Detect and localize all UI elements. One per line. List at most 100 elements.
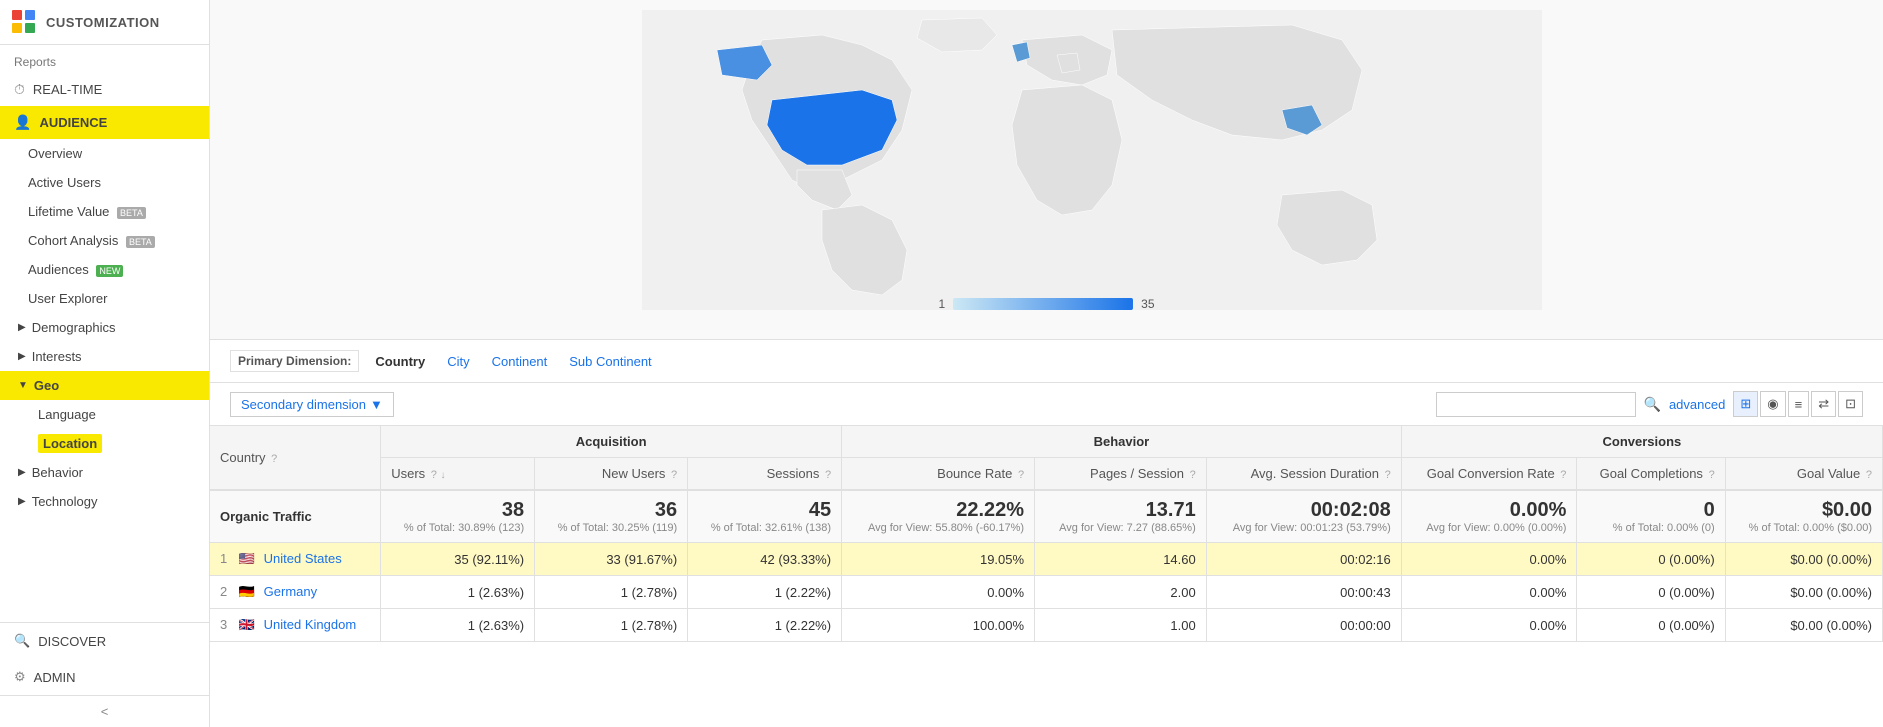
sidebar-collapse-button[interactable]: < (0, 695, 209, 727)
row1-country-link[interactable]: United States (264, 551, 342, 566)
sidebar-item-location[interactable]: Location (0, 429, 209, 458)
total-new-users: 36 % of Total: 30.25% (119) (535, 490, 688, 543)
overview-label: Overview (28, 146, 82, 161)
total-goal-value: $0.00 % of Total: 0.00% ($0.00) (1725, 490, 1882, 543)
lifetime-value-label: Lifetime Value (28, 204, 109, 219)
row2-country: 2 🇩🇪 Germany (210, 576, 381, 609)
sidebar-header: CUSTOMIZATION (0, 0, 209, 45)
sidebar-item-technology[interactable]: ▶ Technology (0, 487, 209, 516)
total-goal-conv-rate: 0.00% Avg for View: 0.00% (0.00%) (1401, 490, 1577, 543)
sidebar-item-language[interactable]: Language (0, 400, 209, 429)
row3-flag: 🇬🇧 (239, 617, 255, 632)
realtime-icon: ⏱ (14, 81, 25, 98)
row2-goal-value: $0.00 (0.00%) (1725, 576, 1882, 609)
view-btn-compare[interactable]: ⇄ (1811, 391, 1836, 417)
collapse-icon: < (101, 704, 109, 719)
location-label: Location (38, 434, 102, 453)
reports-label: Reports (0, 45, 209, 73)
row1-users: 35 (92.11%) (381, 543, 535, 576)
dim-option-sub-continent[interactable]: Sub Continent (563, 351, 657, 372)
users-sort-icon: ↓ (441, 470, 446, 481)
search-input[interactable] (1436, 392, 1636, 417)
row2-country-link[interactable]: Germany (264, 584, 317, 599)
col-header-goal-completions: Goal Completions ? (1577, 458, 1725, 491)
sidebar-item-user-explorer[interactable]: User Explorer (0, 284, 209, 313)
row3-country-link[interactable]: United Kingdom (264, 617, 357, 632)
sidebar-item-geo[interactable]: ▼ Geo (0, 371, 209, 400)
sidebar-item-discover[interactable]: 🔍 DISCOVER (0, 623, 209, 659)
toolbar-right: 🔍 advanced ⊞ ◉ ≡ ⇄ ⊡ (1436, 391, 1863, 417)
cohort-analysis-label: Cohort Analysis (28, 233, 118, 248)
behavior-arrow-icon: ▶ (18, 467, 26, 478)
row2-flag: 🇩🇪 (239, 584, 255, 599)
total-goal-completions: 0 % of Total: 0.00% (0) (1577, 490, 1725, 543)
sidebar-item-admin[interactable]: ⚙ ADMIN (0, 659, 209, 695)
sidebar-item-demographics[interactable]: ▶ Demographics (0, 313, 209, 342)
row1-pages-session: 14.60 (1035, 543, 1207, 576)
row2-goal-completions: 0 (0.00%) (1577, 576, 1725, 609)
goal-value-help-icon[interactable]: ? (1866, 469, 1872, 481)
dim-option-continent[interactable]: Continent (486, 351, 554, 372)
total-users: 38 % of Total: 30.89% (123) (381, 490, 535, 543)
sidebar-item-audience[interactable]: 👤 AUDIENCE (0, 106, 209, 139)
discover-icon: 🔍 (14, 633, 30, 649)
row2-new-users: 1 (2.78%) (535, 576, 688, 609)
sessions-help-icon[interactable]: ? (825, 469, 831, 481)
technology-label: Technology (32, 494, 98, 509)
sidebar-item-lifetime-value[interactable]: Lifetime Value BETA (0, 197, 209, 226)
sidebar-item-active-users[interactable]: Active Users (0, 168, 209, 197)
sidebar-item-overview[interactable]: Overview (0, 139, 209, 168)
view-btn-pivot[interactable]: ⊡ (1838, 391, 1863, 417)
goal-conv-rate-help-icon[interactable]: ? (1560, 469, 1566, 481)
secondary-dim-label: Secondary dimension (241, 397, 366, 412)
secondary-dim-arrow-icon: ▼ (370, 397, 383, 412)
sidebar-item-realtime[interactable]: ⏱ REAL-TIME (0, 73, 209, 106)
col-header-bounce-rate: Bounce Rate ? (842, 458, 1035, 491)
country-help-icon[interactable]: ? (271, 453, 277, 465)
view-btn-pie[interactable]: ◉ (1760, 391, 1785, 417)
view-btn-table[interactable]: ⊞ (1733, 391, 1758, 417)
row2-avg-session: 00:00:43 (1206, 576, 1401, 609)
view-btn-bar[interactable]: ≡ (1788, 391, 1810, 417)
data-table: Country ? Acquisition Behavior Conversio… (210, 426, 1883, 642)
app-logo (12, 10, 36, 34)
search-button[interactable]: 🔍 (1644, 396, 1661, 413)
users-help-icon[interactable]: ? (431, 469, 437, 481)
sidebar-item-cohort-analysis[interactable]: Cohort Analysis BETA (0, 226, 209, 255)
active-users-label: Active Users (28, 175, 101, 190)
goal-completions-help-icon[interactable]: ? (1709, 469, 1715, 481)
col-header-goal-value: Goal Value ? (1725, 458, 1882, 491)
admin-icon: ⚙ (14, 669, 26, 685)
row3-users: 1 (2.63%) (381, 609, 535, 642)
table-row: 1 🇺🇸 United States 35 (92.11%) 33 (91.67… (210, 543, 1883, 576)
main-content: 1 35 Primary Dimension: Country City Con… (210, 0, 1883, 727)
row1-sessions: 42 (93.33%) (688, 543, 842, 576)
behavior-label: Behavior (32, 465, 83, 480)
sidebar-item-behavior[interactable]: ▶ Behavior (0, 458, 209, 487)
row3-country: 3 🇬🇧 United Kingdom (210, 609, 381, 642)
primary-dim-label: Primary Dimension: (230, 350, 359, 372)
sidebar-item-audiences[interactable]: Audiences NEW (0, 255, 209, 284)
secondary-dimension-button[interactable]: Secondary dimension ▼ (230, 392, 394, 417)
advanced-link[interactable]: advanced (1669, 397, 1725, 412)
table-container: Country ? Acquisition Behavior Conversio… (210, 426, 1883, 642)
audiences-label: Audiences (28, 262, 89, 277)
row1-goal-completions: 0 (0.00%) (1577, 543, 1725, 576)
avg-session-help-icon[interactable]: ? (1385, 469, 1391, 481)
pages-session-help-icon[interactable]: ? (1190, 469, 1196, 481)
new-users-help-icon[interactable]: ? (671, 469, 677, 481)
view-buttons: ⊞ ◉ ≡ ⇄ ⊡ (1733, 391, 1863, 417)
world-map-container: 1 35 (210, 0, 1883, 340)
discover-label: DISCOVER (38, 634, 106, 649)
geo-arrow-icon: ▼ (18, 380, 28, 391)
group-header-acquisition: Acquisition (381, 426, 842, 458)
col-header-country: Country ? (210, 426, 381, 490)
row2-users: 1 (2.63%) (381, 576, 535, 609)
dim-option-country[interactable]: Country (369, 351, 431, 372)
bounce-rate-help-icon[interactable]: ? (1018, 469, 1024, 481)
sidebar-item-interests[interactable]: ▶ Interests (0, 342, 209, 371)
dim-option-city[interactable]: City (441, 351, 475, 372)
user-explorer-label: User Explorer (28, 291, 107, 306)
map-legend-bar (953, 298, 1133, 310)
row1-bounce-rate: 19.05% (842, 543, 1035, 576)
